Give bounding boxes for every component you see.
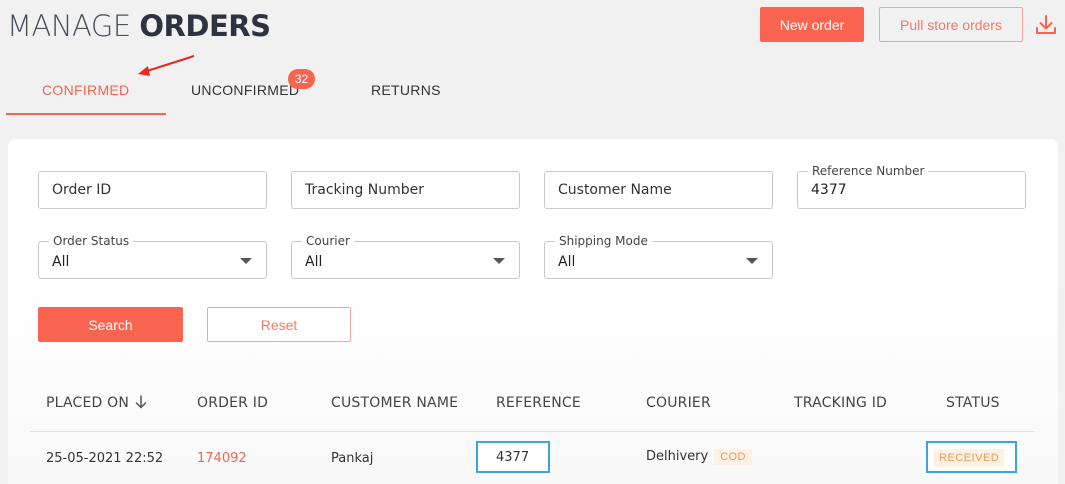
reference-number-value: 4377 (811, 182, 847, 198)
courier-label: Courier (302, 234, 354, 248)
column-header-status: STATUS (946, 395, 1000, 411)
order-id-input[interactable]: Order ID (38, 171, 267, 209)
reference-number-label: Reference Number (808, 164, 929, 178)
unconfirmed-count-badge: 32 (288, 69, 315, 89)
courier-select[interactable]: Courier All (291, 234, 520, 279)
cell-courier: Delhivery COD (646, 449, 752, 465)
table-header-divider (30, 431, 1035, 432)
reference-highlight-box: 4377 (476, 441, 550, 473)
chevron-down-icon (746, 258, 758, 264)
page-title: MANAGE ORDERS (7, 9, 271, 43)
cell-placed-on: 25-05-2021 22:52 (46, 451, 164, 466)
order-tabs: CONFIRMED UNCONFIRMED 32 RETURNS (0, 60, 500, 116)
column-header-placed-on[interactable]: PLACED ON (46, 395, 147, 411)
download-icon[interactable] (1034, 13, 1058, 37)
order-id-link[interactable]: 174092 (197, 451, 247, 466)
courier-name: Delhivery (646, 449, 709, 464)
cell-reference: 4377 (496, 450, 530, 465)
filter-and-orders-card: Order ID Tracking Number Customer Name R… (8, 139, 1058, 484)
order-id-placeholder: Order ID (52, 182, 112, 198)
status-badge: RECEIVED (934, 449, 1005, 467)
active-tab-underline (6, 113, 166, 115)
order-status-select[interactable]: Order Status All (38, 234, 267, 279)
new-order-button[interactable]: New order (760, 7, 864, 42)
order-status-value: All (52, 254, 70, 270)
customer-name-input[interactable]: Customer Name (544, 171, 773, 209)
chevron-down-icon (493, 258, 505, 264)
column-header-order-id: ORDER ID (197, 395, 269, 411)
annotation-arrow-icon (138, 55, 195, 76)
chevron-down-icon (240, 258, 252, 264)
reference-number-input[interactable]: Reference Number 4377 (797, 164, 1026, 209)
status-highlight-box: RECEIVED (926, 441, 1017, 473)
search-button[interactable]: Search (38, 307, 183, 342)
tab-confirmed[interactable]: CONFIRMED (42, 82, 129, 98)
courier-value: All (305, 254, 323, 270)
page-title-light: MANAGE (7, 9, 131, 43)
column-header-placed-on-label: PLACED ON (46, 395, 130, 411)
shipping-mode-select[interactable]: Shipping Mode All (544, 234, 773, 279)
tracking-number-placeholder: Tracking Number (305, 182, 424, 198)
reset-button[interactable]: Reset (207, 307, 351, 342)
cod-badge: COD (714, 449, 752, 465)
customer-name-placeholder: Customer Name (558, 182, 672, 198)
tab-returns[interactable]: RETURNS (371, 82, 441, 98)
pull-store-orders-button[interactable]: Pull store orders (879, 7, 1023, 42)
column-header-customer-name: CUSTOMER NAME (331, 395, 459, 411)
shipping-mode-label: Shipping Mode (555, 234, 652, 248)
tracking-number-input[interactable]: Tracking Number (291, 171, 520, 209)
column-header-reference: REFERENCE (496, 395, 581, 411)
page-title-bold: ORDERS (139, 9, 271, 43)
shipping-mode-value: All (558, 254, 576, 270)
arrow-down-icon[interactable] (135, 395, 147, 409)
column-header-tracking-id: TRACKING ID (794, 395, 888, 411)
tab-unconfirmed[interactable]: UNCONFIRMED (191, 82, 299, 98)
column-header-courier: COURIER (646, 395, 711, 411)
cell-customer-name: Pankaj (331, 451, 374, 466)
order-status-label: Order Status (49, 234, 134, 248)
